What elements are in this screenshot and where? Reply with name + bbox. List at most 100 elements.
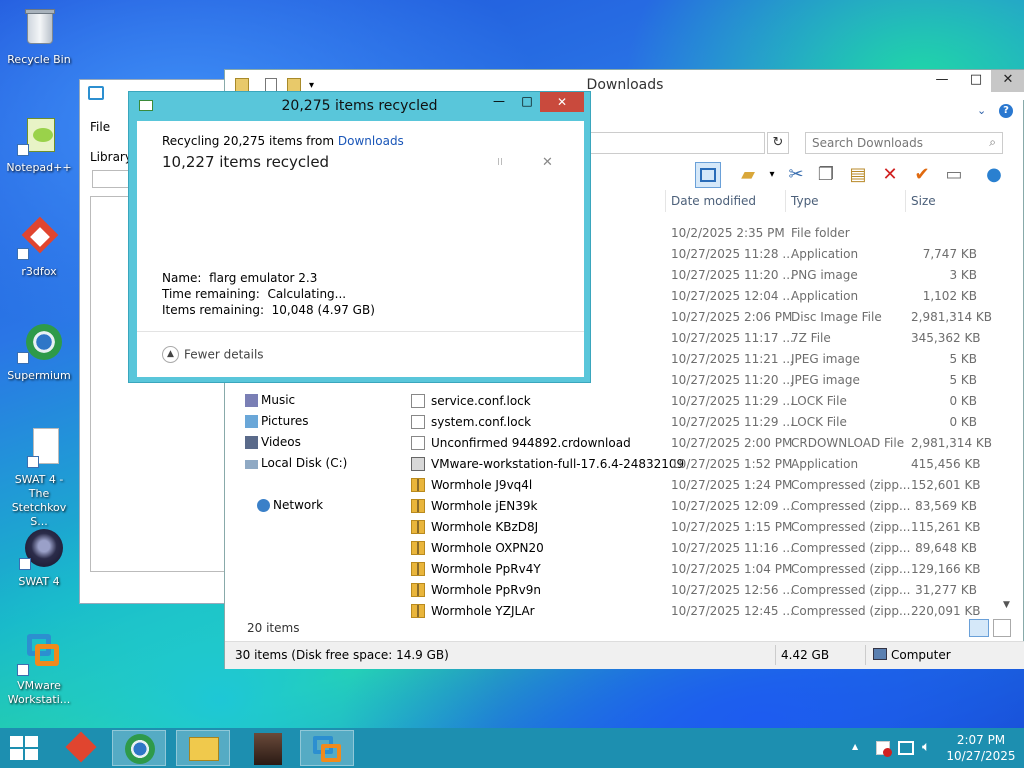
file-row[interactable]: Wormhole KBzD8J 10/27/2025 1:15 PM Compres… [411,517,991,538]
library-label: Library [90,150,132,164]
close-button[interactable]: ✕ [991,70,1024,92]
taskbar-supermium[interactable] [112,730,166,766]
taskbar-file-explorer[interactable] [176,730,230,766]
desktop-icon-swat4[interactable]: SWAT 4 [4,528,74,589]
file-date: 10/27/2025 11:17 ... [671,331,794,345]
file-row[interactable]: Unconfirmed 944892.crdownload 10/27/2025 … [411,433,992,454]
minimize-button[interactable]: — [925,70,959,92]
dialog-close-button[interactable]: ✕ [540,92,584,112]
file-size: 345,362 KB [911,331,981,345]
delete-icon[interactable]: ✕ [877,162,903,188]
desktop-icon-supermium[interactable]: Supermium [4,322,74,383]
file-row[interactable]: VMware-workstation-full-17.6.4-24832109 1… [411,454,991,475]
application-icon [411,457,425,471]
dropdown-chevron-icon[interactable]: ▾ [759,162,785,188]
copy-icon[interactable]: ❐ [813,162,839,188]
column-divider [905,190,906,212]
file-date: 10/27/2025 12:56 ... [671,583,794,597]
taskbar-r3dfox[interactable] [56,730,110,766]
file-name: VMware-workstation-full-17.6.4-24832109 [431,457,685,471]
help-icon[interactable]: ? [999,104,1013,118]
nav-item-network[interactable]: Network [257,498,323,512]
check-icon[interactable]: ✔ [909,162,935,188]
file-size: 7,747 KB [922,247,977,261]
file-name: Wormhole jEN39k [431,499,538,513]
clock-date[interactable]: 10/27/2025 [946,749,1016,763]
details-view-icon[interactable] [969,619,989,637]
desktop-icon-swat4-stetchkov[interactable]: SWAT 4 - The Stetchkov S... [4,426,74,529]
status-bar: 30 items (Disk free space: 14.9 GB) 4.42… [225,641,1024,669]
clock-time[interactable]: 2:07 PM [946,733,1016,747]
document-icon [17,426,61,470]
file-tab[interactable]: File [90,120,110,134]
view-pane-icon[interactable] [695,162,721,188]
file-icon [411,415,425,429]
file-row[interactable]: system.conf.lock 10/27/2025 11:29 ... LOCK… [411,412,991,433]
file-type: Compressed (zipp... [791,583,911,597]
dialog-maximize-button[interactable]: □ [513,92,541,112]
file-row[interactable]: Wormhole PpRv9n 10/27/2025 12:56 ... Compr… [411,580,991,601]
file-row[interactable]: Wormhole J9vq4l 10/27/2025 1:24 PM Compres… [411,475,991,496]
action-center-icon[interactable] [876,741,892,757]
file-size: 83,569 KB [915,499,977,513]
file-row[interactable]: service.conf.lock 10/27/2025 11:29 ... LOC… [411,391,991,412]
desktop-icon-notepad-plus-plus[interactable]: Notepad++ [4,114,74,175]
nav-item-videos[interactable]: Videos [245,435,301,449]
ribbon-expand-icon[interactable]: ⌄ [977,104,986,117]
file-date: 10/27/2025 1:15 PM [671,520,793,534]
nav-item-pictures[interactable]: Pictures [245,414,309,428]
column-divider [665,190,666,212]
paste-icon[interactable]: ▤ [845,162,871,188]
refresh-icon[interactable]: ↻ [767,132,789,154]
file-row[interactable]: Wormhole YZJLAr 10/27/2025 12:45 ... Compr… [411,601,991,622]
file-type: LOCK File [791,394,847,408]
column-date-modified[interactable]: Date modified [671,194,756,214]
file-name: system.conf.lock [431,415,532,429]
file-size: 115,261 KB [911,520,981,534]
pause-button[interactable]: II [497,157,503,168]
swat4-icon [17,528,63,572]
file-type: JPEG image [791,373,860,387]
downloads-link[interactable]: Downloads [338,134,404,148]
desktop-icon-recycle-bin[interactable]: Recycle Bin [4,6,74,67]
tray-expand-icon[interactable]: ▲ [852,742,858,751]
network-tray-icon[interactable] [898,741,914,755]
desktop-icon-vmware[interactable]: VMware Workstati... [4,632,74,707]
properties-icon[interactable]: ● [981,162,1007,188]
file-type: Application [791,457,859,471]
file-row[interactable]: Wormhole jEN39k 10/27/2025 12:09 ... Compr… [411,496,991,517]
cut-icon[interactable]: ✂ [783,162,809,188]
file-name: service.conf.lock [431,394,531,408]
rename-icon[interactable]: ▭ [941,162,967,188]
start-button[interactable] [10,736,38,760]
taskbar: ▲ 🔈︎ 2:07 PM 10/27/2025 [0,728,1024,768]
recycle-progress-dialog[interactable]: 20,275 items recycled — □ ✕ Recycling 20… [128,91,591,383]
dialog-minimize-button[interactable]: — [485,92,513,112]
file-size: 220,091 KB [911,604,981,618]
column-type[interactable]: Type [791,194,819,214]
maximize-button[interactable]: □ [959,70,993,92]
fewer-details-toggle[interactable]: ▲ Fewer details [162,346,264,363]
desktop-icon-label: Supermium [7,369,71,382]
videos-icon [245,436,258,449]
tiles-view-icon[interactable] [993,619,1011,637]
file-row[interactable]: Wormhole OXPN20 10/27/2025 11:16 ... Compr… [411,538,991,559]
taskbar-vmware[interactable] [300,730,354,766]
zip-folder-icon [411,604,425,618]
folder-options-icon[interactable]: ▰ [735,162,761,188]
column-size[interactable]: Size [911,194,936,214]
taskbar-swat4[interactable] [240,730,294,766]
zip-folder-icon [411,562,425,576]
scrollbar-down-arrow[interactable]: ▼ [1003,600,1010,610]
nav-item-music[interactable]: Music [245,393,295,407]
cancel-button[interactable]: ✕ [542,155,553,170]
volume-icon[interactable]: 🔈︎ [922,739,930,755]
zip-folder-icon [411,583,425,597]
search-input[interactable]: Search Downloads ⌕ [805,132,1003,154]
file-row[interactable]: Wormhole PpRv4Y 10/27/2025 1:04 PM Compres… [411,559,991,580]
address-bar[interactable] [585,132,765,154]
file-date: 10/27/2025 12:09 ... [671,499,794,513]
desktop-icon-r3dfox[interactable]: r3dfox [4,216,74,279]
nav-item-local-disk[interactable]: Local Disk (C:) [245,456,347,470]
file-date: 10/27/2025 11:20 ... [671,373,794,387]
